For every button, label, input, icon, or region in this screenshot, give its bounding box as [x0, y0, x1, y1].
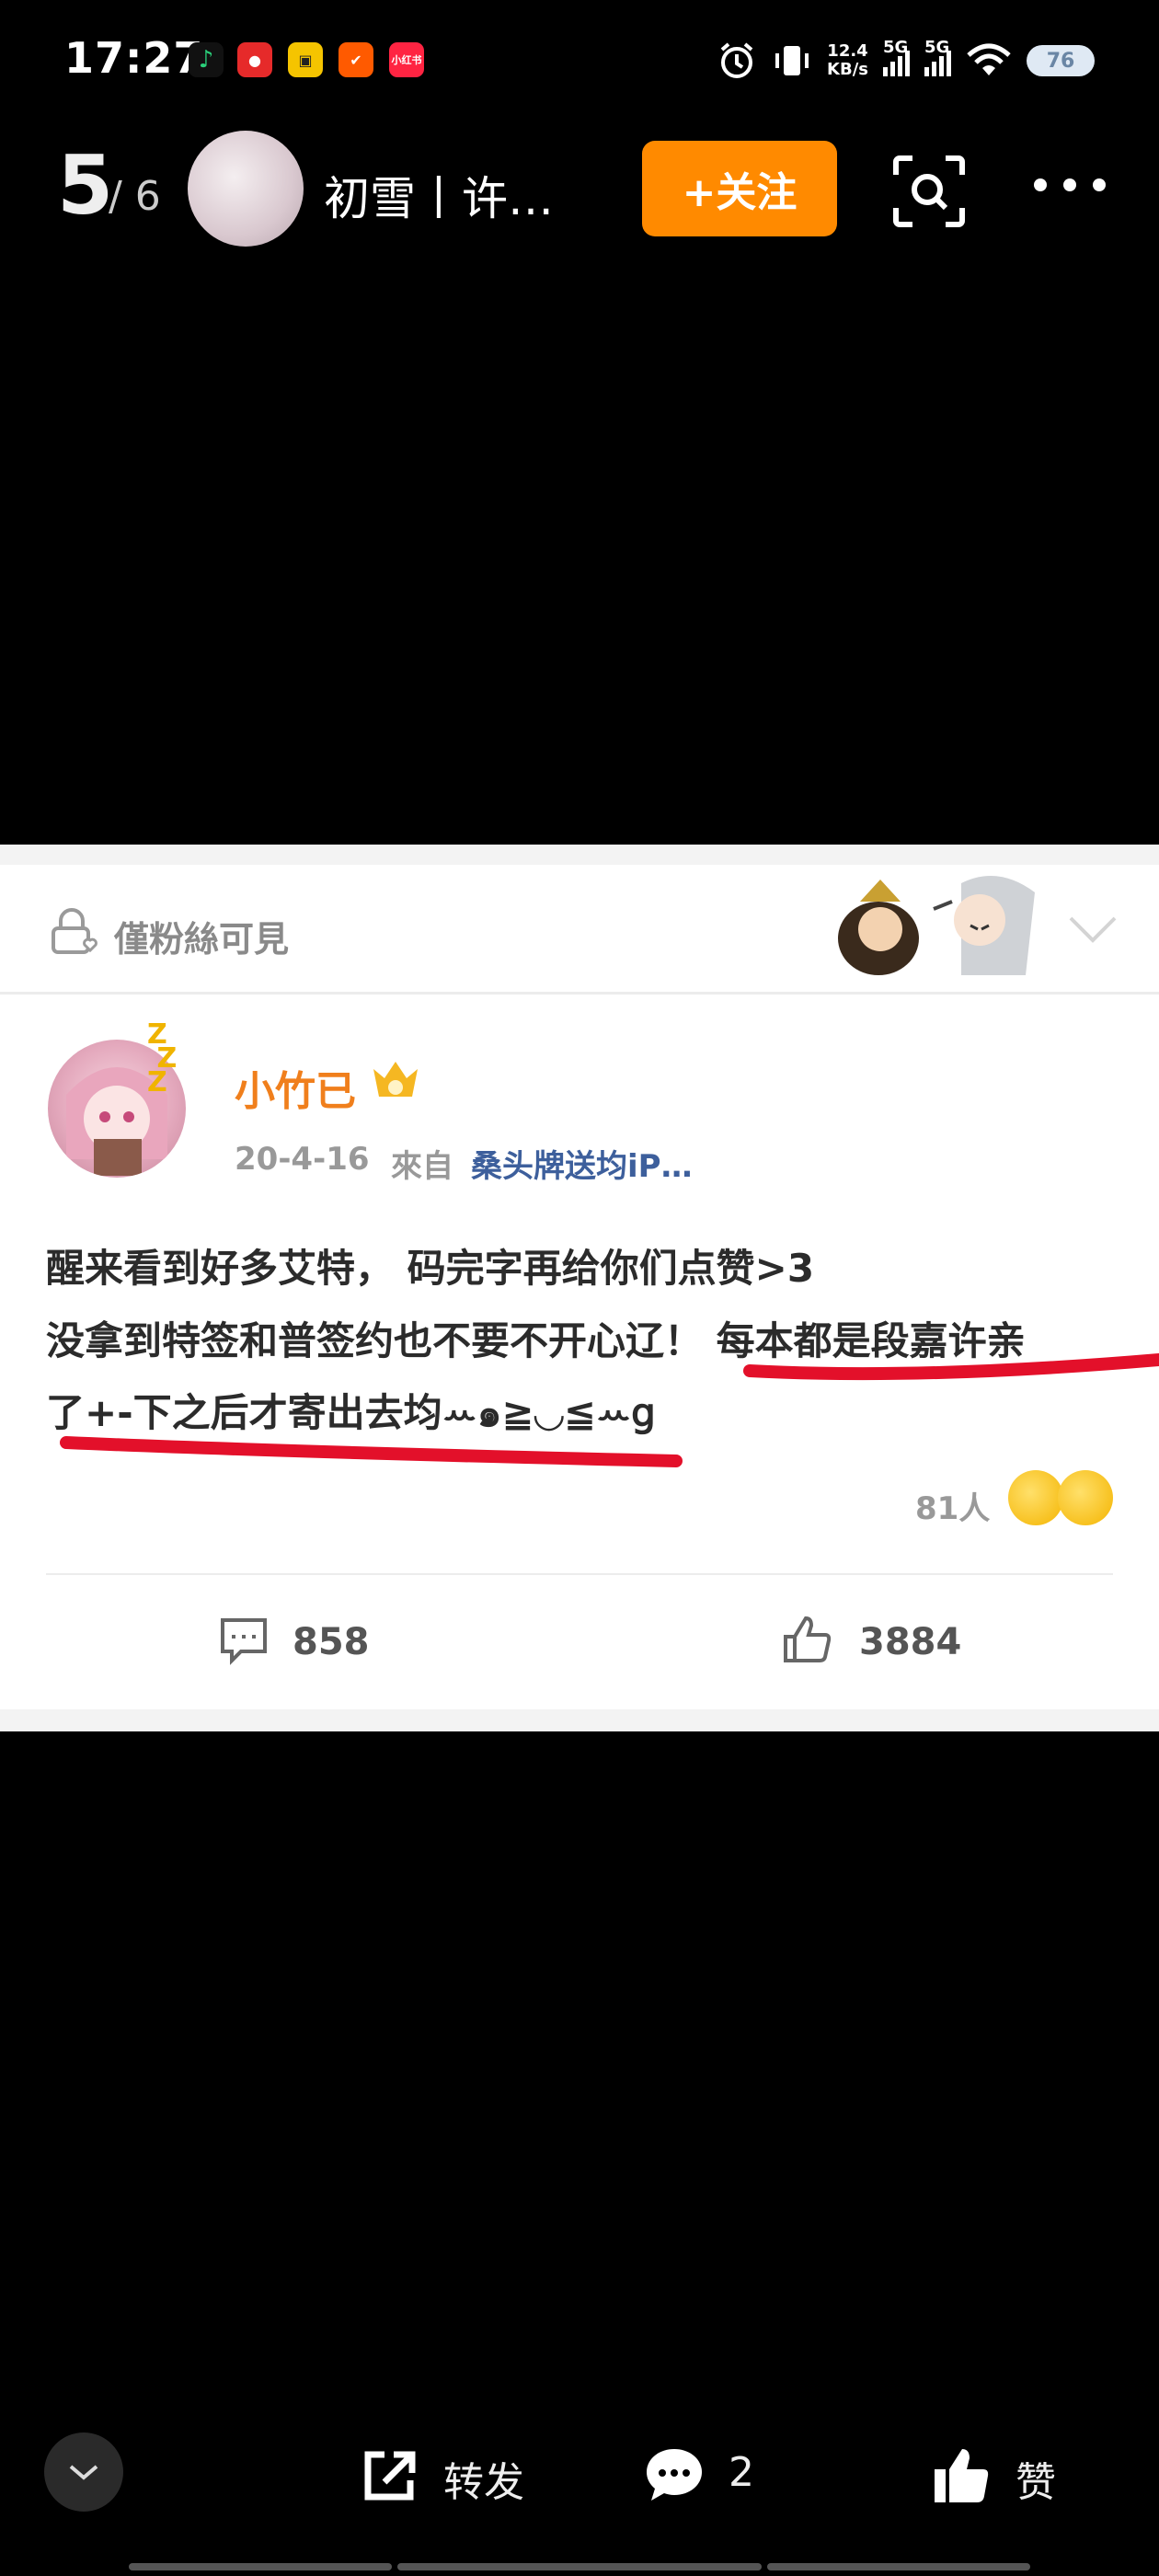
like-count: 3884 [859, 1621, 962, 1663]
xiaohongshu-app-icon: 小红书 [389, 42, 424, 77]
like-icon[interactable] [929, 2444, 993, 2508]
status-time: 17:27 [64, 33, 204, 83]
share-icon[interactable] [357, 2444, 421, 2508]
account-avatar[interactable] [188, 131, 304, 247]
gesture-bar [397, 2563, 762, 2570]
wifi-icon [967, 43, 1011, 75]
vip-badge-icon [373, 1062, 418, 1097]
lock-icon [52, 908, 98, 954]
grin-emoji-icon [1058, 1470, 1113, 1525]
gesture-bar [129, 2563, 392, 2570]
yellow-app-icon: ▣ [288, 42, 323, 77]
share-label[interactable]: 转发 [443, 2449, 524, 2508]
sleep-zzz-icon: Z ZZ [147, 1018, 178, 1098]
comment-count-bottom[interactable]: 2 [729, 2449, 754, 2496]
fans-only-label: 僅粉絲可見 [114, 919, 290, 960]
signal-strength-icon: 5G [883, 38, 910, 76]
post-username: 小竹已 [235, 1068, 356, 1115]
image-search-icon[interactable] [892, 155, 966, 228]
divider [46, 1573, 1113, 1575]
post-source-device: 桑头牌送均iP… [471, 1148, 693, 1185]
vibrate-icon [775, 46, 809, 75]
music-app-icon: ♪ [189, 42, 224, 77]
anime-sticker-image [838, 876, 1035, 975]
net-speed: 12.4 KB/s [827, 41, 868, 79]
post-from-label: 來自 [391, 1148, 453, 1185]
comment-icon [221, 1618, 267, 1665]
laughing-emoji-icon [1008, 1470, 1063, 1525]
battery-indicator: 76 [1027, 45, 1095, 76]
gesture-bar [767, 2563, 1030, 2570]
comment-count: 858 [293, 1621, 370, 1663]
thumbs-up-icon [784, 1616, 832, 1662]
follow-button[interactable]: +关注 [642, 141, 837, 236]
collapse-button[interactable] [44, 2432, 123, 2512]
comment-bubble-icon[interactable] [642, 2444, 706, 2508]
reaction-count: 81人 [915, 1490, 991, 1527]
more-options-icon[interactable] [1034, 178, 1106, 191]
divider [0, 992, 1159, 995]
social-app-icon: ● [237, 42, 272, 77]
chevron-down-icon[interactable] [1067, 911, 1119, 948]
chevron-down-icon [69, 2465, 98, 2480]
account-name[interactable]: 初雪丨许… [324, 162, 554, 228]
post-date: 20-4-16 [235, 1141, 370, 1178]
taobao-app-icon: ✔ [339, 42, 373, 77]
like-label[interactable]: 赞 [1016, 2449, 1056, 2508]
alarm-icon [720, 42, 753, 78]
post-text-line-1: 醒来看到好多艾特， 码完字再给你们点赞>3 [46, 1246, 815, 1291]
post-text-line-2: 没拿到特签和普签约也不要不开心辽！ 每本都是段嘉许亲 [46, 1318, 1026, 1363]
signal-strength-icon-2: 5G [924, 38, 951, 76]
status-icons: 12.4 KB/s 5G 5G 76 [717, 33, 1095, 88]
post-text-line-3: 了+-下之后才寄出去均ꕀ๑≧◡≦ꕀ𝗀 [46, 1390, 656, 1435]
page-total: / 6 [109, 173, 161, 220]
page-current: 5 [57, 138, 114, 233]
